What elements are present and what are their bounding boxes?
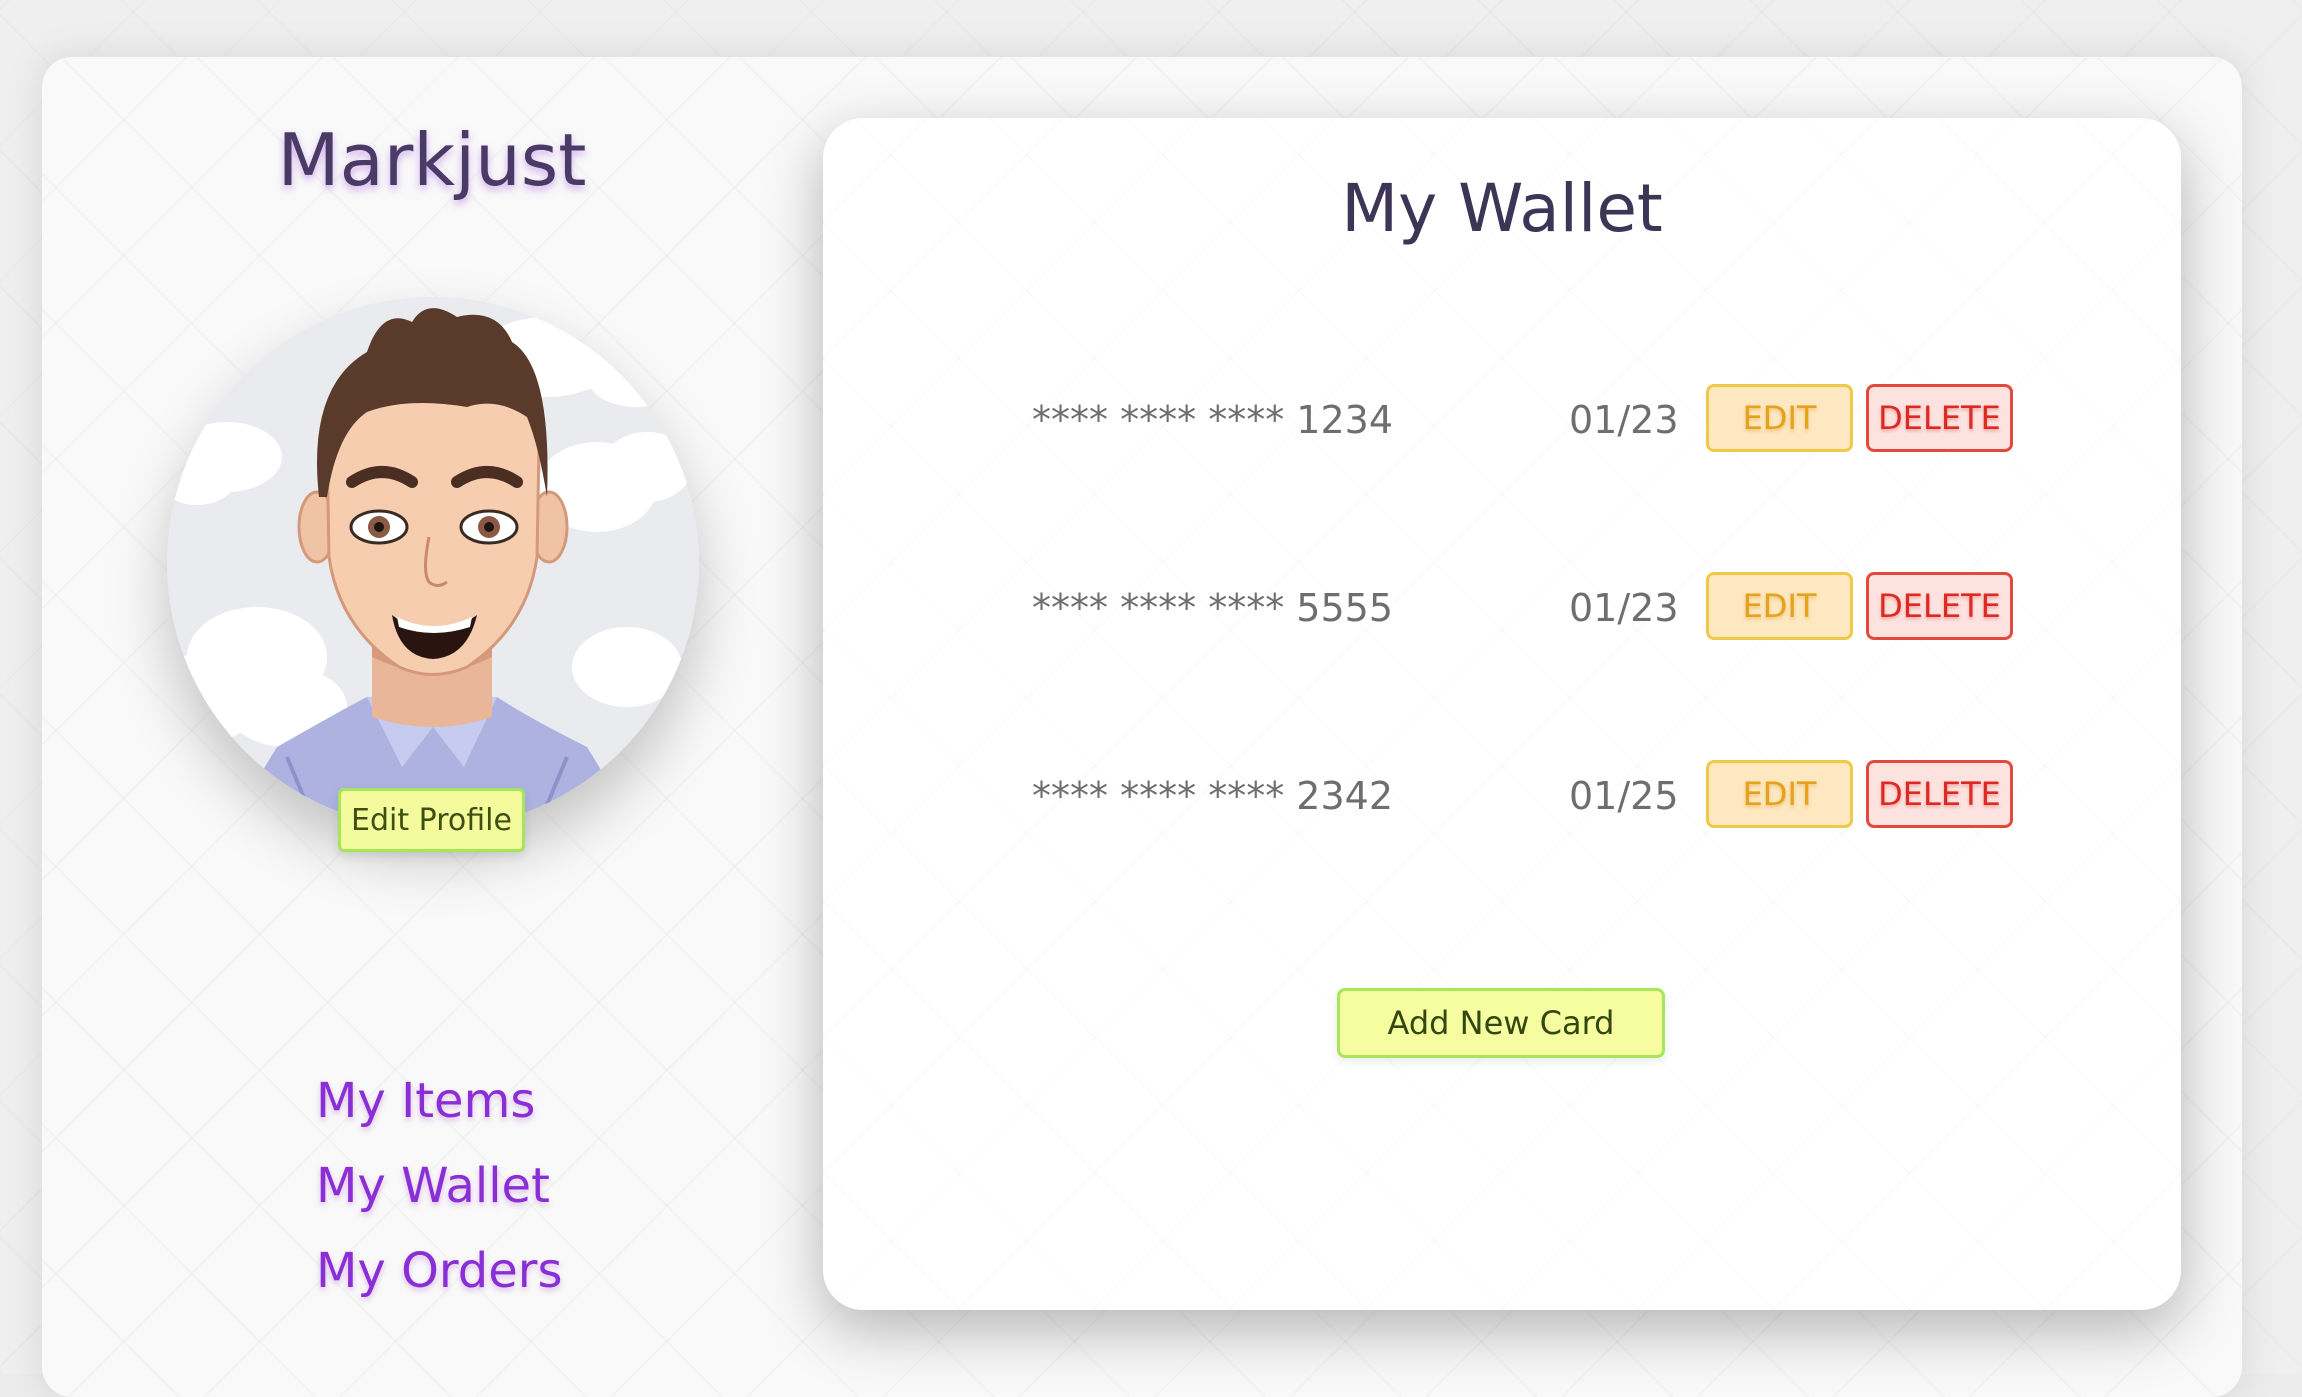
- edit-profile-button[interactable]: Edit Profile: [338, 788, 525, 852]
- wallet-panel: My Wallet **** **** **** 1234 01/23 EDIT…: [823, 118, 2181, 1310]
- edit-card-button[interactable]: EDIT: [1706, 572, 1853, 640]
- delete-card-button[interactable]: DELETE: [1866, 384, 2013, 452]
- card-expiry: 01/25: [1569, 774, 1679, 818]
- nav-item-my-orders[interactable]: My Orders: [316, 1238, 563, 1323]
- delete-card-button[interactable]: DELETE: [1866, 572, 2013, 640]
- edit-card-button[interactable]: EDIT: [1706, 384, 1853, 452]
- delete-card-button[interactable]: DELETE: [1866, 760, 2013, 828]
- card-number: **** **** **** 1234: [1032, 398, 1393, 442]
- card-number: **** **** **** 2342: [1032, 774, 1393, 818]
- wallet-title: My Wallet: [1341, 170, 1663, 247]
- nav-item-my-items[interactable]: My Items: [316, 1068, 563, 1153]
- avatar: [167, 297, 699, 829]
- card-row: **** **** **** 2342 01/25 EDIT DELETE: [823, 760, 2181, 828]
- avatar-illustration: [167, 297, 699, 829]
- card-row: **** **** **** 5555 01/23 EDIT DELETE: [823, 572, 2181, 640]
- nav-item-my-wallet[interactable]: My Wallet: [316, 1153, 563, 1238]
- profile-username: Markjust: [277, 118, 587, 202]
- card-expiry: 01/23: [1569, 586, 1679, 630]
- card-expiry: 01/23: [1569, 398, 1679, 442]
- profile-nav: My Items My Wallet My Orders: [316, 1068, 563, 1323]
- card-number: **** **** **** 5555: [1032, 586, 1393, 630]
- edit-card-button[interactable]: EDIT: [1706, 760, 1853, 828]
- card-row: **** **** **** 1234 01/23 EDIT DELETE: [823, 384, 2181, 452]
- add-new-card-button[interactable]: Add New Card: [1337, 988, 1665, 1058]
